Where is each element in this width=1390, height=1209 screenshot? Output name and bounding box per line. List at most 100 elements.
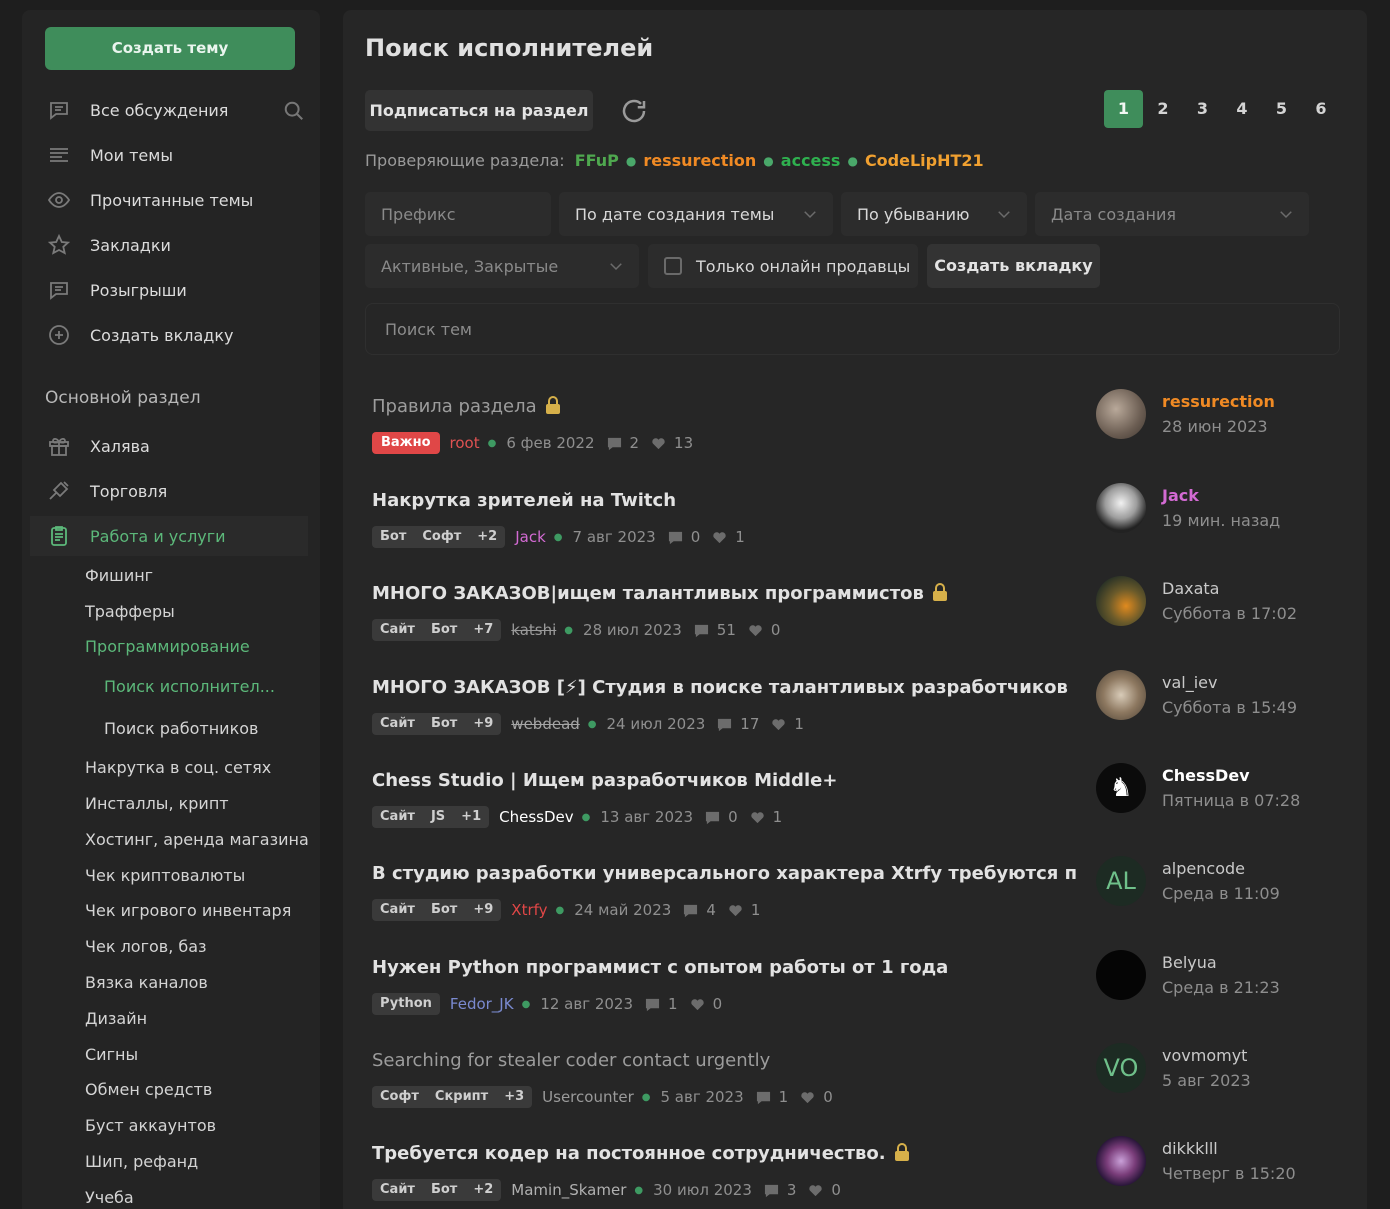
avatar[interactable]: ♞ <box>1096 763 1146 813</box>
thread-author[interactable]: Xtrfy <box>511 901 547 919</box>
sub-crypto-check[interactable]: Чек криптовалюты <box>85 866 245 885</box>
last-post-date[interactable]: 5 авг 2023 <box>1162 1071 1251 1090</box>
page-5[interactable]: 5 <box>1262 90 1301 128</box>
last-post-date[interactable]: Среда в 21:23 <box>1162 978 1280 997</box>
thread-tag[interactable]: Сайт <box>372 713 423 735</box>
sub-search-performers[interactable]: Поиск исполнител... <box>104 677 275 696</box>
thread-tag[interactable]: Бот <box>423 619 465 641</box>
nav-work-services[interactable]: Работа и услуги <box>30 516 308 556</box>
nav-freebies[interactable]: Халява <box>45 426 305 466</box>
avatar[interactable] <box>1096 1136 1146 1186</box>
last-poster[interactable]: vovmomyt <box>1162 1046 1247 1065</box>
avatar[interactable]: VO <box>1096 1043 1146 1093</box>
thread-row[interactable]: МНОГО ЗАКАЗОВ [⚡] Студия в поиске талант… <box>372 670 1352 767</box>
thread-tag[interactable]: +1 <box>453 806 489 828</box>
page-2[interactable]: 2 <box>1144 90 1183 128</box>
nav-giveaways[interactable]: Розыгрыши <box>45 270 305 310</box>
order-select[interactable]: По убыванию <box>841 192 1027 236</box>
thread-row[interactable]: Searching for stealer coder contact urge… <box>372 1043 1352 1140</box>
online-only-toggle[interactable]: Только онлайн продавцы <box>648 244 918 288</box>
nav-trade[interactable]: Торговля <box>45 471 305 511</box>
thread-row[interactable]: В студию разработки универсального харак… <box>372 856 1352 953</box>
last-poster[interactable]: val_iev <box>1162 673 1217 692</box>
last-poster[interactable]: ressurection <box>1162 392 1275 411</box>
avatar[interactable] <box>1096 483 1146 533</box>
last-poster[interactable]: Daxata <box>1162 579 1219 598</box>
thread-tag[interactable]: Бот <box>423 1179 465 1201</box>
thread-author[interactable]: Jack <box>515 528 546 546</box>
thread-tag[interactable]: +2 <box>469 526 505 548</box>
last-post-date[interactable]: Суббота в 17:02 <box>1162 604 1297 623</box>
create-tab-button[interactable]: Создать вкладку <box>927 244 1100 288</box>
sub-channels[interactable]: Вязка каналов <box>85 973 208 992</box>
avatar[interactable] <box>1096 576 1146 626</box>
date-select[interactable]: Дата создания <box>1035 192 1309 236</box>
thread-tag[interactable]: Бот <box>423 713 465 735</box>
thread-title[interactable]: Нужен Python программист с опытом работы… <box>372 957 948 978</box>
sub-programming[interactable]: Программирование <box>85 637 250 656</box>
sub-logs-check[interactable]: Чек логов, баз <box>85 937 207 956</box>
thread-row[interactable]: Нужен Python программист с опытом работы… <box>372 950 1352 1047</box>
prefix-select[interactable]: Префикс <box>365 192 551 236</box>
nav-read-topics[interactable]: Прочитанные темы <box>45 180 305 220</box>
thread-author[interactable]: katshi <box>511 621 556 639</box>
refresh-icon[interactable] <box>619 96 649 126</box>
sub-smm[interactable]: Накрутка в соц. сетях <box>85 758 271 777</box>
thread-tag[interactable]: +9 <box>465 899 501 921</box>
nav-create-tab[interactable]: Создать вкладку <box>45 315 305 355</box>
sub-installs[interactable]: Инсталлы, крипт <box>85 794 229 813</box>
last-post-date[interactable]: Пятница в 07:28 <box>1162 791 1300 810</box>
moderator-link[interactable]: access <box>781 151 841 170</box>
last-poster[interactable]: ChessDev <box>1162 766 1250 785</box>
last-post-date[interactable]: 28 июн 2023 <box>1162 417 1268 436</box>
avatar[interactable]: AL <box>1096 856 1146 906</box>
last-poster[interactable]: Belyua <box>1162 953 1217 972</box>
thread-tag[interactable]: Сайт <box>372 619 423 641</box>
moderator-link[interactable]: CodeLipHT21 <box>865 151 984 170</box>
thread-tag[interactable]: JS <box>423 806 453 828</box>
sub-study[interactable]: Учеба <box>85 1188 134 1207</box>
thread-tag[interactable]: Сайт <box>372 1179 423 1201</box>
sub-boost[interactable]: Буст аккаунтов <box>85 1116 216 1135</box>
thread-author[interactable]: webdead <box>511 715 579 733</box>
thread-author[interactable]: ChessDev <box>499 808 574 826</box>
sort-by-select[interactable]: По дате создания темы <box>559 192 833 236</box>
thread-row[interactable]: Правила раздела Важно root ● 6 фев 2022 2 13 re… <box>372 389 1352 486</box>
checkbox[interactable] <box>664 257 682 275</box>
search-topics-input[interactable]: Поиск тем <box>365 303 1340 355</box>
sub-traffers[interactable]: Трафферы <box>85 602 175 621</box>
state-select[interactable]: Активные, Закрытые <box>365 244 639 288</box>
thread-tag[interactable]: Бот <box>423 899 465 921</box>
sub-ship-refund[interactable]: Шип, рефанд <box>85 1152 198 1171</box>
last-poster[interactable]: Jack <box>1162 486 1199 505</box>
thread-tag[interactable]: +7 <box>465 619 501 641</box>
page-6[interactable]: 6 <box>1302 90 1341 128</box>
last-poster[interactable]: alpencode <box>1162 859 1245 878</box>
avatar[interactable] <box>1096 670 1146 720</box>
thread-row[interactable]: Требуется кодер на постоянное сотрудниче… <box>372 1136 1352 1209</box>
thread-tag[interactable]: Сайт <box>372 899 423 921</box>
last-poster[interactable]: dikkklll <box>1162 1139 1218 1158</box>
thread-tag[interactable]: Софт <box>414 526 469 548</box>
thread-title[interactable]: В студию разработки универсального харак… <box>372 863 1077 884</box>
search-icon[interactable] <box>283 100 305 122</box>
thread-title[interactable]: Накрутка зрителей на Twitch <box>372 490 676 511</box>
page-4[interactable]: 4 <box>1223 90 1262 128</box>
last-post-date[interactable]: 19 мин. назад <box>1162 511 1280 530</box>
sub-design[interactable]: Дизайн <box>85 1009 147 1028</box>
last-post-date[interactable]: Суббота в 15:49 <box>1162 698 1297 717</box>
thread-tag[interactable]: Бот <box>372 526 414 548</box>
page-1[interactable]: 1 <box>1104 90 1143 128</box>
avatar[interactable] <box>1096 389 1146 439</box>
thread-author[interactable]: root <box>450 434 480 452</box>
create-topic-button[interactable]: Создать тему <box>45 27 295 70</box>
moderator-link[interactable]: FFuP <box>575 151 619 170</box>
thread-author[interactable]: Usercounter <box>542 1088 634 1106</box>
thread-row[interactable]: Chess Studio | Ищем разработчиков Middle… <box>372 763 1352 860</box>
thread-title[interactable]: Требуется кодер на постоянное сотрудниче… <box>372 1143 910 1164</box>
sub-signs[interactable]: Сигны <box>85 1045 138 1064</box>
sub-exchange[interactable]: Обмен средств <box>85 1080 212 1099</box>
thread-tag[interactable]: Python <box>372 993 440 1015</box>
thread-tag[interactable]: Скрипт <box>427 1086 496 1108</box>
nav-bookmarks[interactable]: Закладки <box>45 225 305 265</box>
